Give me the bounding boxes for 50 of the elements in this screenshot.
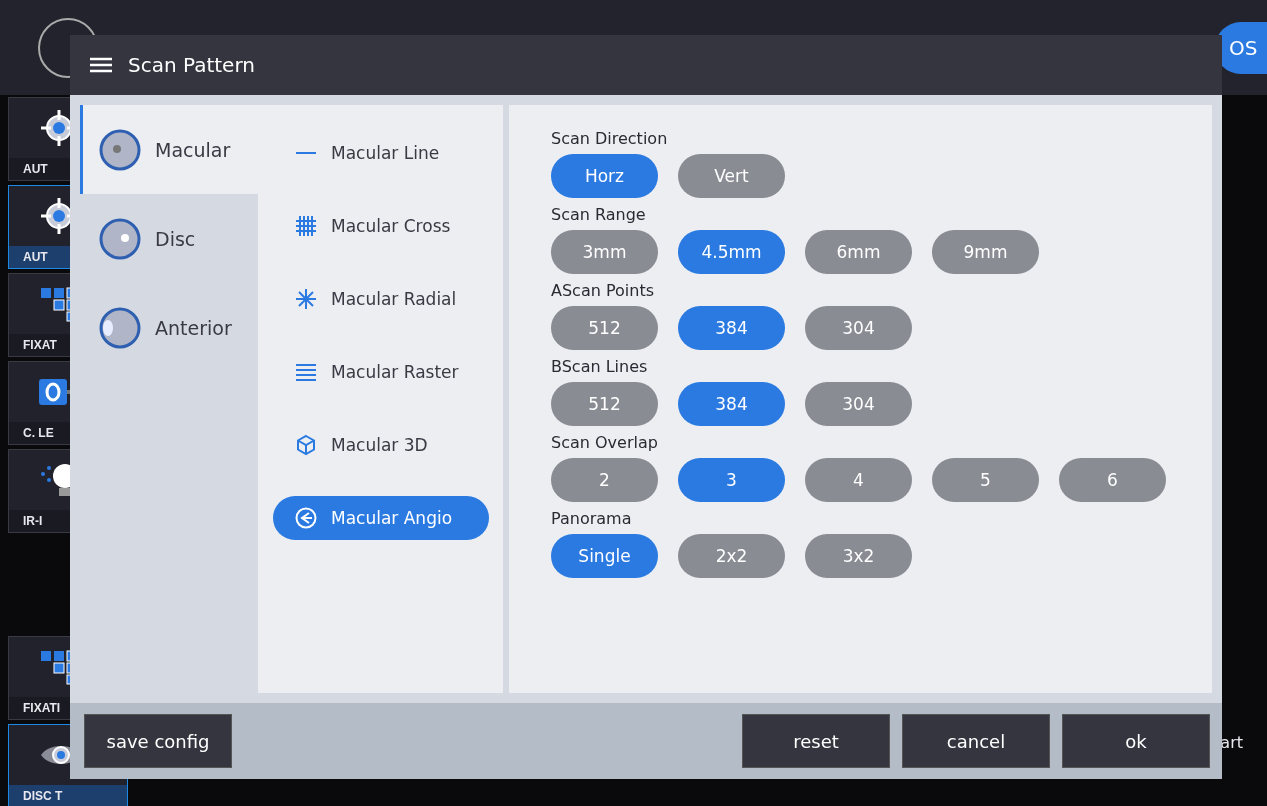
- lines-icon: [295, 361, 317, 383]
- setting-label: BScan Lines: [551, 357, 649, 376]
- option-button[interactable]: 3: [678, 458, 785, 502]
- option-button[interactable]: 304: [805, 382, 912, 426]
- pattern-item[interactable]: Macular Line: [273, 131, 489, 175]
- setting-label: Scan Range: [551, 205, 647, 224]
- side-label: art: [1220, 733, 1243, 752]
- footer-button[interactable]: reset: [742, 714, 890, 768]
- category-tab[interactable]: Macular: [80, 105, 258, 194]
- option-button[interactable]: 4.5mm: [678, 230, 785, 274]
- option-button[interactable]: 2x2: [678, 534, 785, 578]
- option-button[interactable]: 512: [551, 306, 658, 350]
- line-icon: [295, 152, 317, 154]
- pattern-item[interactable]: Macular 3D: [273, 423, 489, 467]
- save-config-button[interactable]: save config: [84, 714, 232, 768]
- pattern-item[interactable]: Macular Raster: [273, 350, 489, 394]
- option-button[interactable]: 384: [678, 306, 785, 350]
- option-button[interactable]: Horz: [551, 154, 658, 198]
- setting-label: Scan Overlap: [551, 433, 659, 452]
- cube-icon: [295, 434, 317, 456]
- eye-anterior-icon: [99, 306, 141, 349]
- option-button[interactable]: 2: [551, 458, 658, 502]
- setting-label: Panorama: [551, 509, 633, 528]
- option-button[interactable]: 6: [1059, 458, 1166, 502]
- angio-icon: [295, 507, 317, 529]
- option-button[interactable]: 3x2: [805, 534, 912, 578]
- setting-label: AScan Points: [551, 281, 655, 300]
- option-button[interactable]: 6mm: [805, 230, 912, 274]
- eye-macula-icon: [99, 128, 141, 171]
- pattern-item[interactable]: Macular Radial: [273, 277, 489, 321]
- option-button[interactable]: Single: [551, 534, 658, 578]
- dialog-title: Scan Pattern: [128, 53, 255, 77]
- footer-button[interactable]: ok: [1062, 714, 1210, 768]
- setting-label: Scan Direction: [551, 129, 669, 148]
- option-button[interactable]: 3mm: [551, 230, 658, 274]
- grid-lines-icon: [295, 215, 317, 237]
- tile-label: DISC T: [9, 785, 127, 806]
- option-button[interactable]: Vert: [678, 154, 785, 198]
- option-button[interactable]: 512: [551, 382, 658, 426]
- footer-button[interactable]: cancel: [902, 714, 1050, 768]
- pattern-item[interactable]: Macular Cross: [273, 204, 489, 248]
- eye-disc-icon: [99, 217, 141, 260]
- option-button[interactable]: 4: [805, 458, 912, 502]
- menu-icon[interactable]: [90, 57, 112, 73]
- option-button[interactable]: 9mm: [932, 230, 1039, 274]
- option-button[interactable]: 384: [678, 382, 785, 426]
- option-button[interactable]: 5: [932, 458, 1039, 502]
- asterisk-icon: [295, 288, 317, 310]
- pattern-item[interactable]: Macular Angio: [273, 496, 489, 540]
- option-button[interactable]: 304: [805, 306, 912, 350]
